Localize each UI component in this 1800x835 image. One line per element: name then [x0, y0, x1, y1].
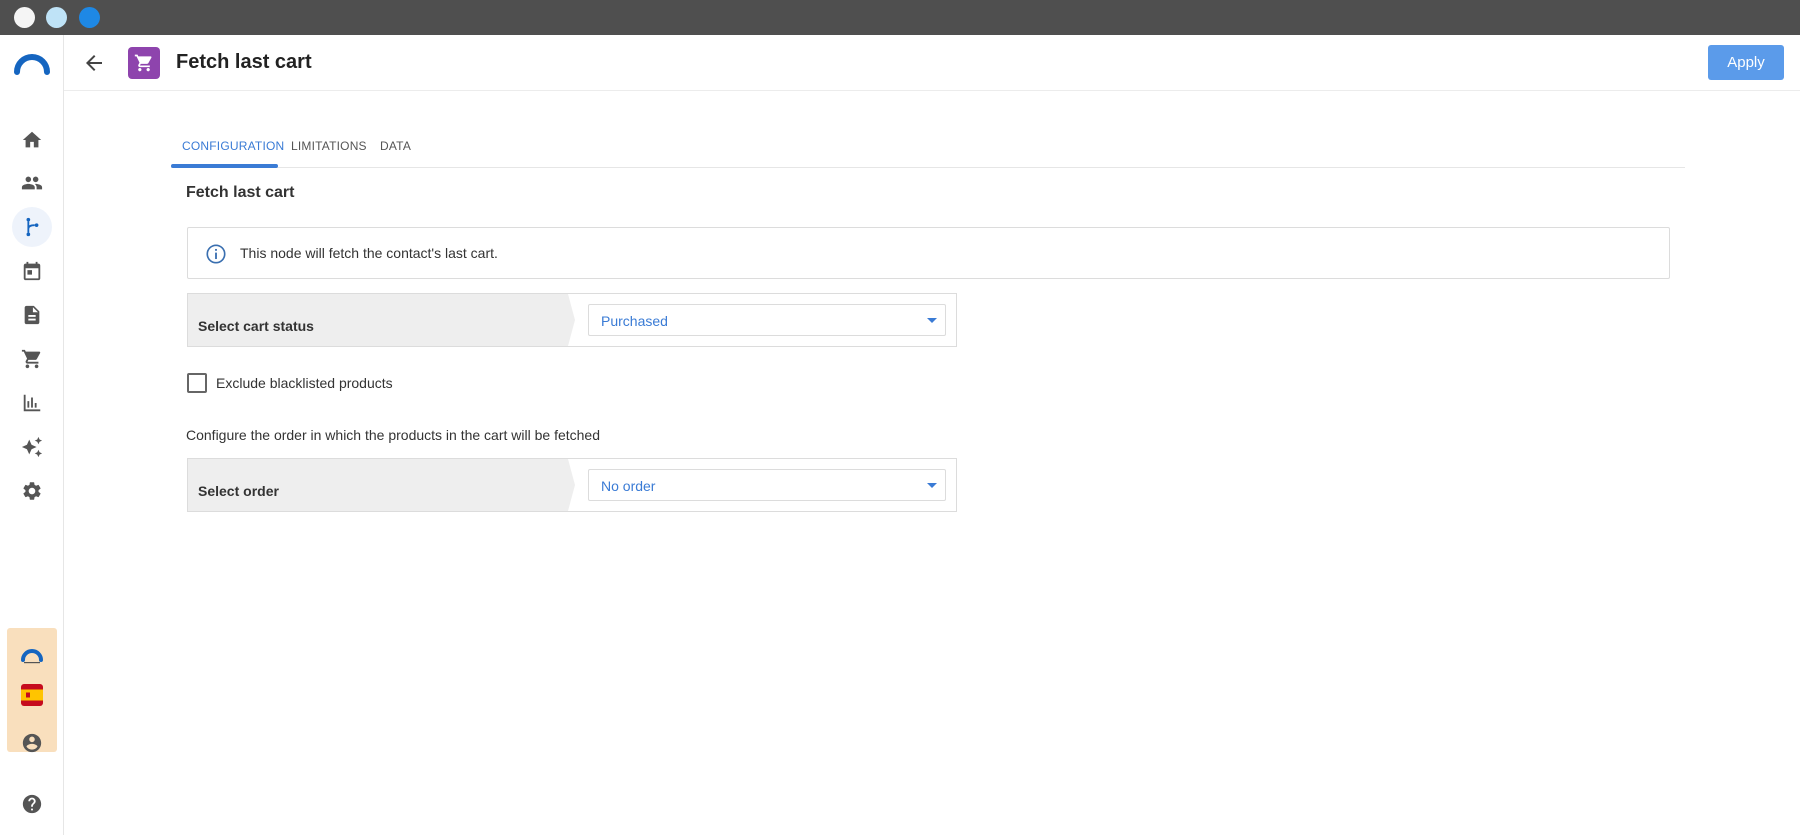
- cart-status-label: Select cart status: [198, 318, 314, 334]
- brand-logo-icon: [21, 649, 43, 664]
- sidebar-item-workflows[interactable]: [12, 207, 52, 247]
- window-close-button[interactable]: [14, 7, 35, 28]
- info-banner: This node will fetch the contact's last …: [187, 227, 1670, 279]
- account-icon: [22, 733, 42, 753]
- exclude-blacklisted-label[interactable]: Exclude blacklisted products: [216, 375, 393, 391]
- cart-status-row: Select cart status Purchased: [187, 293, 957, 347]
- settings-icon: [23, 482, 41, 500]
- order-select[interactable]: No order: [588, 469, 946, 501]
- node-type-badge: [128, 47, 160, 79]
- contacts-icon: [21, 176, 43, 190]
- section-title: Fetch last cart: [186, 184, 295, 201]
- document-icon: [24, 305, 40, 325]
- window-maximize-button[interactable]: [79, 7, 100, 28]
- order-value: No order: [601, 478, 656, 494]
- exclude-blacklisted-checkbox[interactable]: [187, 373, 207, 393]
- info-text: This node will fetch the contact's last …: [240, 245, 498, 261]
- order-description: Configure the order in which the product…: [186, 427, 601, 443]
- sidebar-item-reports[interactable]: [12, 383, 52, 423]
- caret-down-icon: [927, 483, 937, 488]
- page-title: Fetch last cart: [176, 51, 312, 73]
- sidebar-item-calendar[interactable]: [12, 251, 52, 291]
- home-icon: [22, 131, 42, 148]
- cart-status-value: Purchased: [601, 313, 668, 329]
- info-icon: [206, 244, 226, 264]
- sidebar-item-contacts[interactable]: [12, 163, 52, 203]
- cart-status-select[interactable]: Purchased: [588, 304, 946, 336]
- sidebar-item-account[interactable]: [12, 723, 52, 763]
- tab-data[interactable]: DATA: [380, 139, 411, 153]
- sidebar-item-documents[interactable]: [12, 295, 52, 335]
- sidebar-item-help[interactable]: [12, 784, 52, 824]
- spain-flag-icon: [21, 684, 43, 706]
- help-icon: [22, 794, 42, 814]
- field-label-area: Select order: [188, 459, 575, 511]
- sidebar-item-cart[interactable]: [12, 339, 52, 379]
- active-tab-indicator: [171, 164, 278, 168]
- window-title-bar: [0, 0, 1800, 35]
- tab-configuration[interactable]: CONFIGURATION: [182, 139, 284, 153]
- sparkles-icon: [21, 436, 43, 458]
- order-row: Select order No order: [187, 458, 957, 512]
- page-header: Fetch last cart Apply: [64, 35, 1800, 91]
- calendar-icon: [23, 261, 41, 281]
- cart-icon: [21, 349, 41, 369]
- tab-limitations[interactable]: LIMITATIONS: [291, 139, 367, 153]
- caret-down-icon: [927, 318, 937, 323]
- cart-icon: [134, 54, 152, 72]
- sidebar-item-home[interactable]: [12, 120, 52, 160]
- apply-button[interactable]: Apply: [1708, 45, 1784, 80]
- field-label-area: Select cart status: [188, 294, 575, 346]
- window-minimize-button[interactable]: [46, 7, 67, 28]
- sidebar-item-settings[interactable]: [12, 471, 52, 511]
- bar-chart-icon: [23, 394, 41, 412]
- order-label: Select order: [198, 483, 279, 499]
- back-arrow-icon[interactable]: [82, 51, 106, 75]
- tab-bar: CONFIGURATION LIMITATIONS DATA: [171, 125, 1685, 168]
- workflow-icon: [26, 217, 39, 237]
- sidebar: [0, 35, 64, 835]
- app-logo-icon[interactable]: [14, 52, 50, 76]
- sidebar-item-ai[interactable]: [12, 427, 52, 467]
